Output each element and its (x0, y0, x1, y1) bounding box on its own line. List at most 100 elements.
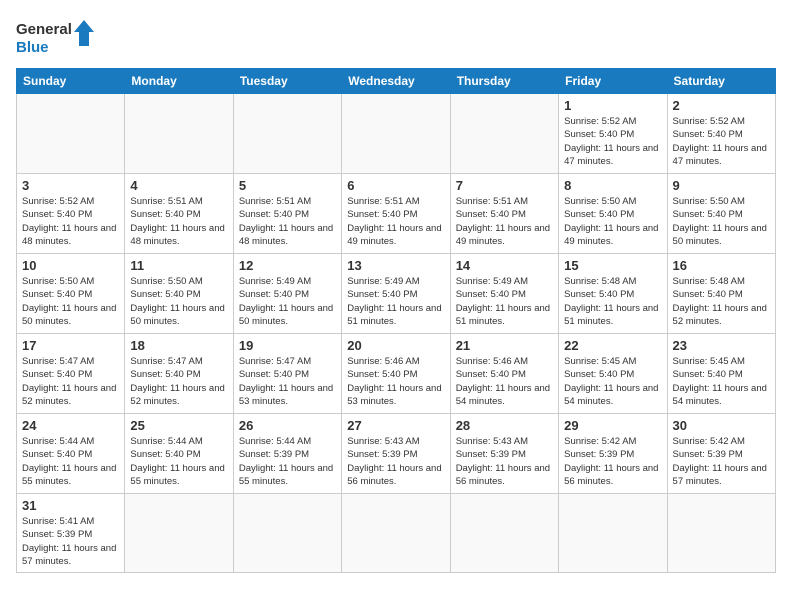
calendar-cell: 9 Sunrise: 5:50 AM Sunset: 5:40 PM Daylig… (667, 174, 775, 254)
calendar-header-row: SundayMondayTuesdayWednesdayThursdayFrid… (17, 69, 776, 94)
header: General Blue (16, 16, 776, 56)
calendar-cell (233, 494, 341, 573)
day-number: 23 (673, 338, 770, 353)
day-number: 28 (456, 418, 553, 433)
calendar-cell: 2 Sunrise: 5:52 AM Sunset: 5:40 PM Daylig… (667, 94, 775, 174)
calendar-cell (559, 494, 667, 573)
day-number: 30 (673, 418, 770, 433)
calendar-cell (450, 494, 558, 573)
day-number: 29 (564, 418, 661, 433)
day-number: 1 (564, 98, 661, 113)
calendar-cell: 13 Sunrise: 5:49 AM Sunset: 5:40 PM Dayli… (342, 254, 450, 334)
calendar-cell: 7 Sunrise: 5:51 AM Sunset: 5:40 PM Daylig… (450, 174, 558, 254)
day-number: 24 (22, 418, 119, 433)
calendar-week-row: 1 Sunrise: 5:52 AM Sunset: 5:40 PM Daylig… (17, 94, 776, 174)
day-info: Sunrise: 5:47 AM Sunset: 5:40 PM Dayligh… (22, 355, 119, 408)
calendar-cell: 12 Sunrise: 5:49 AM Sunset: 5:40 PM Dayli… (233, 254, 341, 334)
calendar-week-row: 31 Sunrise: 5:41 AM Sunset: 5:39 PM Dayli… (17, 494, 776, 573)
day-info: Sunrise: 5:42 AM Sunset: 5:39 PM Dayligh… (564, 435, 661, 488)
day-number: 3 (22, 178, 119, 193)
calendar-header-tuesday: Tuesday (233, 69, 341, 94)
day-info: Sunrise: 5:41 AM Sunset: 5:39 PM Dayligh… (22, 515, 119, 568)
day-number: 16 (673, 258, 770, 273)
calendar-header-saturday: Saturday (667, 69, 775, 94)
calendar-cell: 28 Sunrise: 5:43 AM Sunset: 5:39 PM Dayli… (450, 414, 558, 494)
calendar-cell: 1 Sunrise: 5:52 AM Sunset: 5:40 PM Daylig… (559, 94, 667, 174)
calendar-cell: 21Sunrise: 5:46 AM Sunset: 5:40 PM Dayli… (450, 334, 558, 414)
day-info: Sunrise: 5:50 AM Sunset: 5:40 PM Dayligh… (673, 195, 770, 248)
day-number: 8 (564, 178, 661, 193)
day-info: Sunrise: 5:51 AM Sunset: 5:40 PM Dayligh… (239, 195, 336, 248)
day-info: Sunrise: 5:45 AM Sunset: 5:40 PM Dayligh… (564, 355, 661, 408)
day-number: 10 (22, 258, 119, 273)
day-info: Sunrise: 5:47 AM Sunset: 5:40 PM Dayligh… (239, 355, 336, 408)
calendar-cell: 20 Sunrise: 5:46 AM Sunset: 5:40 PM Dayli… (342, 334, 450, 414)
day-info: Sunrise: 5:50 AM Sunset: 5:40 PM Dayligh… (22, 275, 119, 328)
day-number: 6 (347, 178, 444, 193)
day-number: 19 (239, 338, 336, 353)
day-info: Sunrise: 5:49 AM Sunset: 5:40 PM Dayligh… (347, 275, 444, 328)
calendar-cell: 25Sunrise: 5:44 AM Sunset: 5:40 PM Dayli… (125, 414, 233, 494)
calendar-cell (125, 94, 233, 174)
day-info: Sunrise: 5:49 AM Sunset: 5:40 PM Dayligh… (239, 275, 336, 328)
day-info: Sunrise: 5:46 AM Sunset: 5:40 PM Dayligh… (347, 355, 444, 408)
day-info: Sunrise: 5:44 AM Sunset: 5:39 PM Dayligh… (239, 435, 336, 488)
svg-text:Blue: Blue (16, 39, 49, 56)
day-info: Sunrise: 5:43 AM Sunset: 5:39 PM Dayligh… (347, 435, 444, 488)
day-number: 18 (130, 338, 227, 353)
day-number: 27 (347, 418, 444, 433)
day-info: Sunrise: 5:44 AM Sunset: 5:40 PM Dayligh… (22, 435, 119, 488)
calendar-cell: 18 Sunrise: 5:47 AM Sunset: 5:40 PM Dayli… (125, 334, 233, 414)
day-number: 7 (456, 178, 553, 193)
day-info: Sunrise: 5:52 AM Sunset: 5:40 PM Dayligh… (22, 195, 119, 248)
day-number: 15 (564, 258, 661, 273)
day-number: 4 (130, 178, 227, 193)
svg-text:General: General (16, 21, 72, 38)
calendar-cell: 10 Sunrise: 5:50 AM Sunset: 5:40 PM Dayli… (17, 254, 125, 334)
day-info: Sunrise: 5:52 AM Sunset: 5:40 PM Dayligh… (564, 115, 661, 168)
calendar-cell (667, 494, 775, 573)
calendar-cell: 3 Sunrise: 5:52 AM Sunset: 5:40 PM Daylig… (17, 174, 125, 254)
calendar-cell: 16 Sunrise: 5:48 AM Sunset: 5:40 PM Dayli… (667, 254, 775, 334)
calendar-cell: 23Sunrise: 5:45 AM Sunset: 5:40 PM Dayli… (667, 334, 775, 414)
day-number: 9 (673, 178, 770, 193)
day-info: Sunrise: 5:49 AM Sunset: 5:40 PM Dayligh… (456, 275, 553, 328)
day-info: Sunrise: 5:43 AM Sunset: 5:39 PM Dayligh… (456, 435, 553, 488)
day-number: 5 (239, 178, 336, 193)
calendar-cell: 29 Sunrise: 5:42 AM Sunset: 5:39 PM Dayli… (559, 414, 667, 494)
day-info: Sunrise: 5:44 AM Sunset: 5:40 PM Dayligh… (130, 435, 227, 488)
day-info: Sunrise: 5:50 AM Sunset: 5:40 PM Dayligh… (130, 275, 227, 328)
day-info: Sunrise: 5:51 AM Sunset: 5:40 PM Dayligh… (347, 195, 444, 248)
day-info: Sunrise: 5:48 AM Sunset: 5:40 PM Dayligh… (564, 275, 661, 328)
day-number: 13 (347, 258, 444, 273)
day-number: 14 (456, 258, 553, 273)
calendar-cell (17, 94, 125, 174)
calendar-cell: 19 Sunrise: 5:47 AM Sunset: 5:40 PM Dayli… (233, 334, 341, 414)
day-info: Sunrise: 5:52 AM Sunset: 5:40 PM Dayligh… (673, 115, 770, 168)
day-number: 11 (130, 258, 227, 273)
calendar-cell: 24 Sunrise: 5:44 AM Sunset: 5:40 PM Dayli… (17, 414, 125, 494)
day-number: 22 (564, 338, 661, 353)
day-info: Sunrise: 5:47 AM Sunset: 5:40 PM Dayligh… (130, 355, 227, 408)
day-number: 21 (456, 338, 553, 353)
day-number: 2 (673, 98, 770, 113)
day-number: 31 (22, 498, 119, 513)
calendar-header-friday: Friday (559, 69, 667, 94)
day-number: 20 (347, 338, 444, 353)
calendar-cell: 31 Sunrise: 5:41 AM Sunset: 5:39 PM Dayli… (17, 494, 125, 573)
day-number: 26 (239, 418, 336, 433)
logo-svg: General Blue (16, 16, 96, 56)
logo: General Blue (16, 16, 96, 56)
day-info: Sunrise: 5:42 AM Sunset: 5:39 PM Dayligh… (673, 435, 770, 488)
day-info: Sunrise: 5:51 AM Sunset: 5:40 PM Dayligh… (456, 195, 553, 248)
calendar-cell: 17Sunrise: 5:47 AM Sunset: 5:40 PM Dayli… (17, 334, 125, 414)
calendar-header-sunday: Sunday (17, 69, 125, 94)
calendar-cell (450, 94, 558, 174)
calendar-cell: 26 Sunrise: 5:44 AM Sunset: 5:39 PM Dayli… (233, 414, 341, 494)
day-info: Sunrise: 5:48 AM Sunset: 5:40 PM Dayligh… (673, 275, 770, 328)
calendar-week-row: 24 Sunrise: 5:44 AM Sunset: 5:40 PM Dayli… (17, 414, 776, 494)
calendar-cell: 27 Sunrise: 5:43 AM Sunset: 5:39 PM Dayli… (342, 414, 450, 494)
day-number: 12 (239, 258, 336, 273)
day-info: Sunrise: 5:50 AM Sunset: 5:40 PM Dayligh… (564, 195, 661, 248)
calendar-cell (125, 494, 233, 573)
